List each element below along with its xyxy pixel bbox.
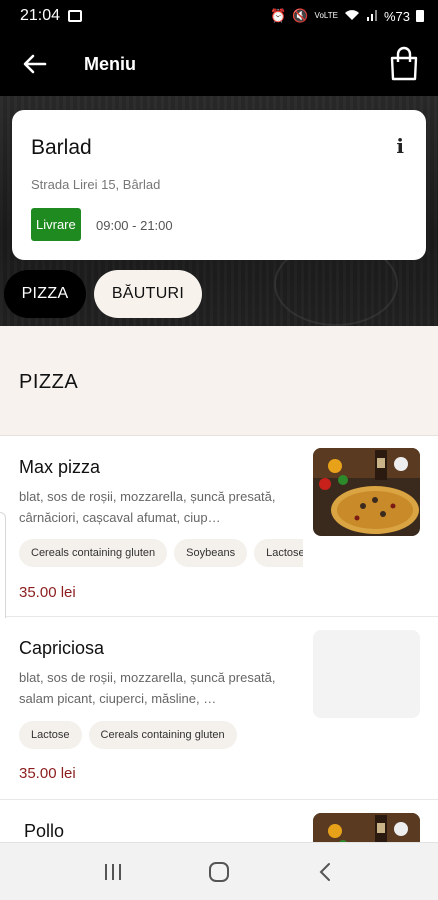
allergen-chip: Cereals containing gluten [88,721,237,749]
product-name: Pollo [24,821,65,841]
product-price: 35.00 lei [19,584,76,601]
alarm-icon: ⏰ [270,8,287,23]
section-title: PIZZA [19,371,79,393]
product-name: Capriciosa [19,638,105,658]
arrow-left-icon [23,54,47,74]
store-address: Strada Lirei 15, Bârlad [31,177,161,192]
system-back-button[interactable] [305,852,345,892]
allergen-list: Lactose Cereals containing gluten [19,721,303,749]
volte-icon: VoLTE [314,11,338,20]
product-price: 35.00 lei [19,765,76,782]
delivery-badge: Livrare [31,208,81,241]
page-title: Meniu [84,53,136,74]
category-tabs: PIZZA BĂUTURI [0,270,438,318]
home-button[interactable] [199,852,239,892]
info-icon[interactable]: i [396,134,404,158]
product-image [313,448,420,536]
shopping-bag-icon [390,46,418,81]
product-name: Max pizza [19,457,101,477]
product-card[interactable]: Max pizza blat, sos de roșii, mozzarella… [0,437,438,617]
tab-drinks[interactable]: BĂUTURI [94,270,202,318]
status-icons: ⏰ 🔇 VoLTE %73 [270,8,424,24]
store-hours: 09:00 - 21:00 [96,218,173,233]
recent-apps-button[interactable] [93,852,133,892]
store-card: Barlad i Strada Lirei 15, Bârlad Livrare… [12,110,426,260]
recent-apps-icon [105,863,121,880]
mute-icon: 🔇 [292,8,309,23]
product-image-placeholder [313,630,420,718]
battery-icon [416,10,424,22]
status-bar: 21:04 ⏰ 🔇 VoLTE %73 [0,0,438,32]
product-description: blat, sos de roșii, mozzarella, șuncă pr… [19,489,276,525]
gallery-notification-icon [68,10,83,22]
app-bar: Meniu [0,32,438,96]
chevron-left-icon [319,862,330,881]
allergen-list: Cereals containing gluten Soybeans Lactose [19,539,303,567]
store-name: Barlad [31,136,92,159]
product-card[interactable]: Capriciosa blat, sos de roșii, mozzarell… [0,618,438,800]
allergen-chip: Cereals containing gluten [19,539,168,567]
product-description: blat, sos de roșii, mozzarella, șuncă pr… [19,670,276,706]
allergen-chip: Lactose [19,721,82,749]
signal-icon [366,9,378,24]
status-time: 21:04 [20,7,61,24]
wifi-icon [344,9,360,24]
home-icon [209,861,229,882]
system-navigation-bar [0,842,438,900]
tab-pizza[interactable]: PIZZA [4,270,86,318]
section-header: PIZZA [0,326,438,436]
back-button[interactable] [20,49,50,79]
cart-button[interactable] [388,46,420,82]
allergen-chip: Soybeans [174,539,248,567]
battery-level: %73 [383,8,410,24]
allergen-chip: Lactose [254,539,303,567]
